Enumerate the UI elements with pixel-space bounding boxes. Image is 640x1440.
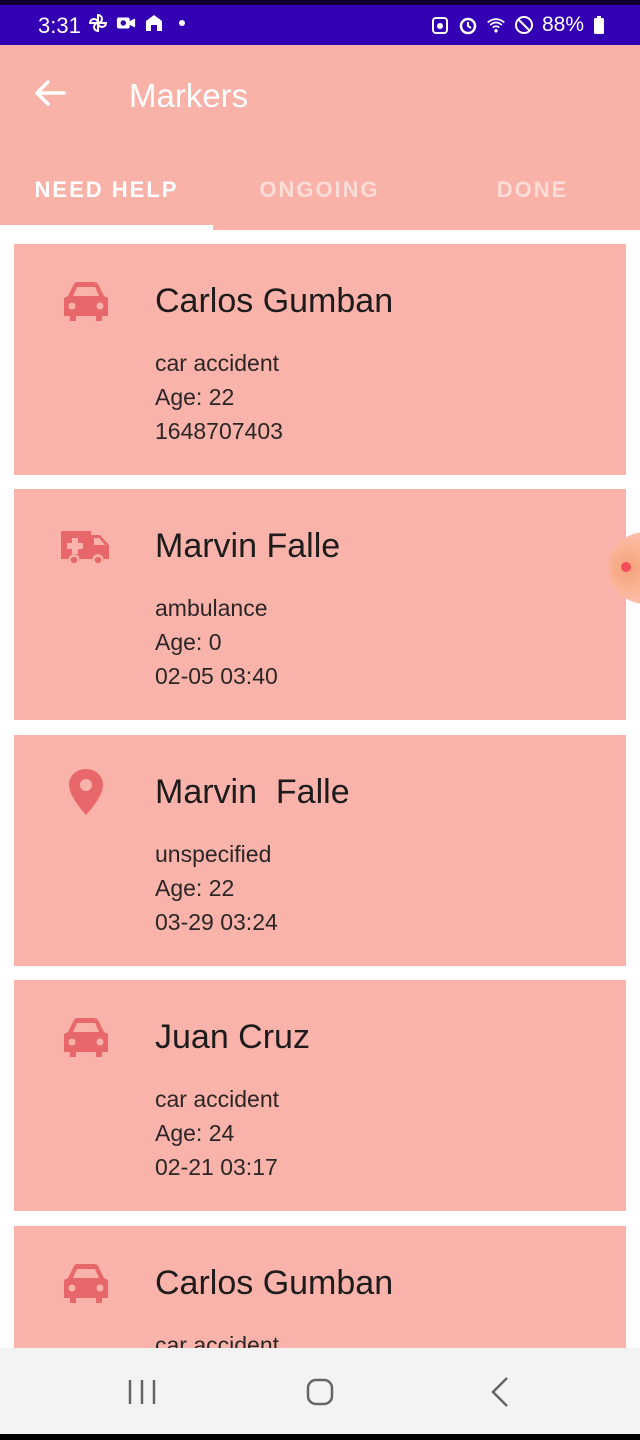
arrow-left-icon [35,80,66,106]
marker-name: Juan Cruz [155,1018,310,1056]
bottom-strip [0,1434,640,1440]
marker-time: 02-05 03:40 [155,663,278,689]
status-right-icons: 88% [430,13,606,37]
ambulance-icon [61,531,109,566]
recent-apps-icon[interactable] [122,1372,162,1412]
video-icon [116,17,136,29]
marker-time: 02-21 03:17 [155,1154,278,1180]
marker-name: Marvin Falle [155,773,350,811]
marker-age: Age: 22 [155,384,235,410]
marker-type: unspecified [155,841,272,867]
marker-type: car accident [155,1332,280,1348]
marker-age: Age: 22 [155,875,235,901]
tab-need-help[interactable]: NEED HELP [0,167,213,230]
marker-card[interactable]: Carlos Gumban car accident Age: 22 16487… [14,244,626,475]
status-left-icons [88,13,192,33]
status-bar: 3:31 88% [0,0,640,45]
marker-card[interactable]: Juan Cruz car accident Age: 24 02-21 03:… [14,980,626,1211]
marker-type: car accident [155,1086,280,1112]
marker-card[interactable]: Marvin Falle ambulance Age: 0 02-05 03:4… [14,489,626,720]
system-nav-bar [0,1348,640,1434]
status-time: 3:31 [38,13,81,38]
app-bar: Markers NEED HELP ONGOING DONE [0,45,640,230]
marker-card[interactable]: Marvin Falle unspecified Age: 22 03-29 0… [14,735,626,966]
page-title: Markers [129,77,249,114]
tab-bar: NEED HELP ONGOING DONE [0,167,640,230]
car-icon [64,1264,108,1303]
marker-type: car accident [155,350,280,376]
marker-card[interactable]: Carlos Gumban car accident [14,1226,626,1348]
alarm-icon [459,17,477,35]
marker-time: 1648707403 [155,418,283,444]
wifi-icon [487,18,505,33]
back-button[interactable] [30,73,70,113]
bubble-dot [621,562,631,572]
marker-type: ambulance [155,595,268,621]
marker-age: Age: 0 [155,629,222,655]
home-icon [146,15,162,31]
battery-percent: 88% [541,13,584,36]
battery-icon [594,16,604,34]
dot-icon [179,20,185,26]
marker-time: 03-29 03:24 [155,909,278,935]
back-chevron-icon[interactable] [480,1372,520,1412]
home-button-icon[interactable] [300,1372,340,1412]
marker-age: Age: 24 [155,1120,235,1146]
car-icon [64,282,108,321]
pinwheel-icon [88,13,108,33]
marker-name: Marvin Falle [155,527,341,565]
tab-ongoing[interactable]: ONGOING [213,167,426,230]
recycle-icon [431,17,448,34]
marker-name: Carlos Gumban [155,1264,394,1302]
marker-name: Carlos Gumban [155,282,394,320]
marker-list[interactable]: Carlos Gumban car accident Age: 22 16487… [0,230,640,1348]
location-pin-icon [69,769,103,815]
car-icon [64,1018,108,1057]
tab-done[interactable]: DONE [426,167,639,230]
do-not-disturb-icon [514,16,533,34]
